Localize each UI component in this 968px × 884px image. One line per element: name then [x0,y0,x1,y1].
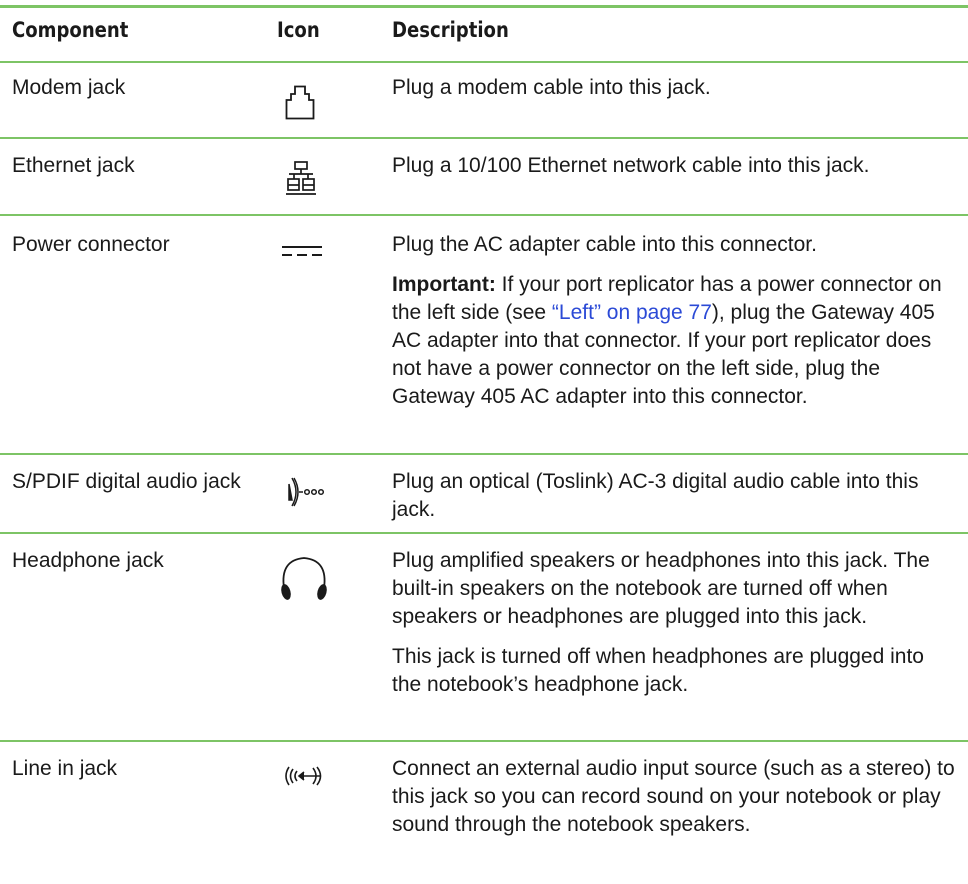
ethernet-network-icon [286,160,316,205]
important-label: Important: [392,273,496,296]
header-component: Component [12,18,129,42]
dc-power-icon [282,244,322,263]
description-paragraph: Plug a 10/100 Ethernet network cable int… [392,154,870,177]
row-rule [0,740,968,742]
row-rule [0,214,968,216]
description-paragraph: Plug amplified speakers or headphones in… [392,549,930,628]
headphones-icon [278,554,330,609]
component-name: Ethernet jack [12,154,135,177]
description: Plug the AC adapter cable into this conn… [392,231,957,411]
description-paragraph: Plug the AC adapter cable into this conn… [392,233,817,256]
component-name: S/PDIF digital audio jack [12,470,241,493]
header-icon: Icon [277,18,320,42]
cross-reference-link[interactable]: “Left” on page 77 [552,301,712,324]
description-paragraph: Plug a modem cable into this jack. [392,76,711,99]
header-description: Description [392,18,509,42]
description-paragraph: Connect an external audio input source (… [392,757,955,836]
description: Connect an external audio input source (… [392,755,957,839]
description: Plug amplified speakers or headphones in… [392,547,957,699]
table-top-rule [0,5,968,8]
description-paragraph: Plug an optical (Toslink) AC-3 digital a… [392,470,919,521]
description-paragraph: This jack is turned off when headphones … [392,645,924,696]
component-name: Line in jack [12,757,118,780]
row-rule [0,532,968,534]
component-name: Modem jack [12,76,126,99]
description: Plug a 10/100 Ethernet network cable int… [392,152,957,180]
component-name: Power connector [12,233,170,256]
row-rule [0,137,968,139]
line-in-icon [283,764,327,793]
spdif-optical-icon [285,472,325,517]
header-rule [0,61,968,63]
modem-jack-icon [285,84,315,125]
description: Plug a modem cable into this jack. [392,74,957,102]
row-rule [0,453,968,455]
important-note: Important: If your port replicator has a… [392,271,957,411]
description: Plug an optical (Toslink) AC-3 digital a… [392,468,957,524]
component-name: Headphone jack [12,549,164,572]
